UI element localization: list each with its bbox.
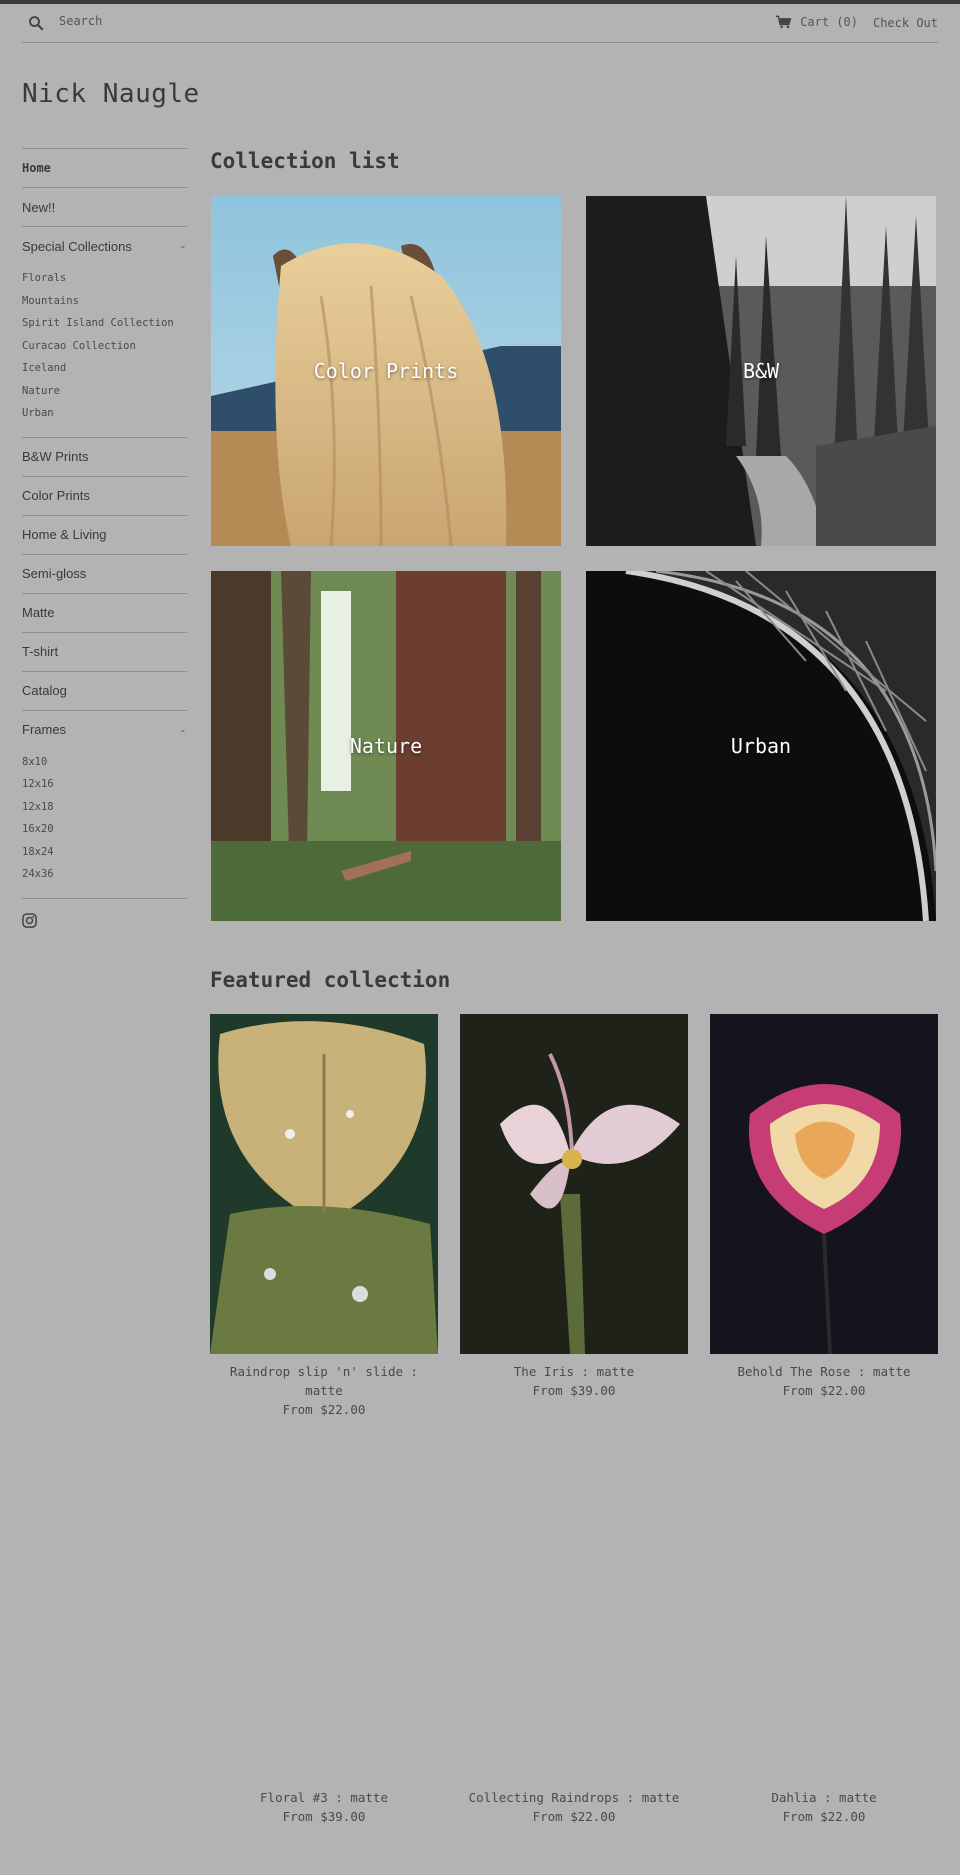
sidebar-item-label: T-shirt	[22, 644, 59, 659]
sidebar-item-label: Home	[22, 161, 51, 175]
collection-tile-nature[interactable]: Nature	[211, 571, 561, 921]
collection-tile-label: Color Prints	[313, 359, 459, 383]
collection-tile-color-prints[interactable]: Color Prints	[211, 196, 561, 546]
featured-collection-title: Featured collection	[210, 968, 451, 992]
sidebar-item-semi-gloss[interactable]: Semi-gloss	[22, 553, 187, 593]
product-name[interactable]: Floral #3 : matte	[210, 1788, 438, 1807]
sidebar-item-special-collections[interactable]: Special Collections -	[22, 226, 187, 265]
sidebar-item-label: Frames	[22, 722, 67, 737]
product-card[interactable]: Behold The Rose : matte From $22.00	[710, 1014, 938, 1400]
cart-label: Cart (0)	[800, 15, 858, 29]
product-name[interactable]: Collecting Raindrops : matte	[460, 1788, 688, 1807]
search-icon[interactable]	[27, 14, 45, 32]
sidebar-item-home[interactable]: Home	[22, 148, 187, 187]
sidebar-item-matte[interactable]: Matte	[22, 592, 187, 632]
subnav-item[interactable]: Curacao Collection	[22, 335, 187, 358]
product-price: From $22.00	[782, 1809, 866, 1824]
iris-flower-photo	[460, 1014, 688, 1354]
subnav-item[interactable]: Mountains	[22, 290, 187, 313]
sidebar-social	[22, 897, 187, 933]
collapse-toggle[interactable]: -	[181, 239, 187, 253]
rose-photo	[710, 1014, 938, 1354]
sidebar-item-frames[interactable]: Frames -	[22, 709, 187, 749]
product-price: From $39.00	[532, 1383, 616, 1398]
product-name[interactable]: The Iris : matte	[460, 1362, 688, 1381]
sidebar-item-label: Catalog	[22, 683, 67, 698]
product-name[interactable]: Behold The Rose : matte	[710, 1362, 938, 1381]
subnav-item[interactable]: Florals	[22, 267, 187, 290]
product-price: From $22.00	[782, 1383, 866, 1398]
product-card[interactable]: Raindrop slip 'n' slide : matte From $22…	[210, 1014, 438, 1419]
cart-icon	[776, 15, 792, 29]
sidebar-item-label: Home & Living	[22, 527, 107, 542]
sidebar-item-bw-prints[interactable]: B&W Prints	[22, 436, 187, 476]
sidebar-item-t-shirt[interactable]: T-shirt	[22, 631, 187, 671]
product-image[interactable]	[710, 1014, 938, 1354]
leaf-raindrops-photo	[210, 1014, 438, 1354]
sidebar-item-label: Semi-gloss	[22, 566, 87, 581]
special-collections-subnav: Florals Mountains Spirit Island Collecti…	[22, 265, 187, 437]
subnav-item[interactable]: 8x10	[22, 751, 187, 774]
subnav-item[interactable]: 12x16	[22, 773, 187, 796]
sidebar-item-label: B&W Prints	[22, 449, 89, 464]
product-price: From $22.00	[282, 1402, 366, 1417]
instagram-icon[interactable]	[22, 912, 37, 928]
product-name[interactable]: Raindrop slip 'n' slide : matte	[210, 1362, 438, 1400]
collection-tile-label: Nature	[349, 734, 423, 758]
frames-subnav: 8x10 12x16 12x18 16x20 18x24 24x36	[22, 749, 187, 898]
collection-tile-label: Urban	[730, 734, 792, 758]
subnav-item[interactable]: Spirit Island Collection	[22, 312, 187, 335]
collapse-toggle[interactable]: -	[181, 723, 187, 737]
collection-tile-bw[interactable]: B&W	[586, 196, 936, 546]
cart-link[interactable]: Cart (0)	[776, 15, 858, 29]
checkout-link[interactable]: Check Out	[873, 16, 938, 30]
product-card[interactable]: Dahlia : matte From $22.00	[710, 1788, 938, 1826]
sidebar-item-new[interactable]: New!!	[22, 187, 187, 226]
sidebar-item-label: Color Prints	[22, 488, 90, 503]
sidebar-item-label: Matte	[22, 605, 55, 620]
collection-list-title: Collection list	[210, 149, 400, 173]
site-title[interactable]: Nick Naugle	[22, 79, 200, 109]
sidebar-item-home-living[interactable]: Home & Living	[22, 514, 187, 554]
collection-tile-urban[interactable]: Urban	[586, 571, 936, 921]
product-name[interactable]: Dahlia : matte	[710, 1788, 938, 1807]
product-price: From $39.00	[282, 1809, 366, 1824]
sidebar-nav: Home New!! Special Collections - Florals …	[22, 148, 187, 933]
sidebar-item-color-prints[interactable]: Color Prints	[22, 475, 187, 515]
subnav-item[interactable]: 16x20	[22, 818, 187, 841]
product-image[interactable]	[460, 1014, 688, 1354]
subnav-item[interactable]: Iceland	[22, 357, 187, 380]
sidebar-item-catalog[interactable]: Catalog	[22, 670, 187, 710]
site-header: Search Cart (0) Check Out	[22, 4, 938, 43]
subnav-item[interactable]: 12x18	[22, 796, 187, 819]
product-card[interactable]: The Iris : matte From $39.00	[460, 1014, 688, 1400]
sidebar-item-label: Special Collections	[22, 238, 132, 254]
product-image[interactable]	[210, 1014, 438, 1354]
product-card[interactable]: Collecting Raindrops : matte From $22.00	[460, 1788, 688, 1826]
subnav-item[interactable]: 24x36	[22, 863, 187, 886]
collection-tile-label: B&W	[742, 359, 780, 383]
subnav-item[interactable]: Urban	[22, 402, 187, 425]
sidebar-item-label: New!!	[22, 199, 56, 215]
product-card[interactable]: Floral #3 : matte From $39.00	[210, 1788, 438, 1826]
subnav-item[interactable]: 18x24	[22, 841, 187, 864]
search-input[interactable]: Search	[59, 14, 102, 28]
product-price: From $22.00	[532, 1809, 616, 1824]
subnav-item[interactable]: Nature	[22, 380, 187, 403]
